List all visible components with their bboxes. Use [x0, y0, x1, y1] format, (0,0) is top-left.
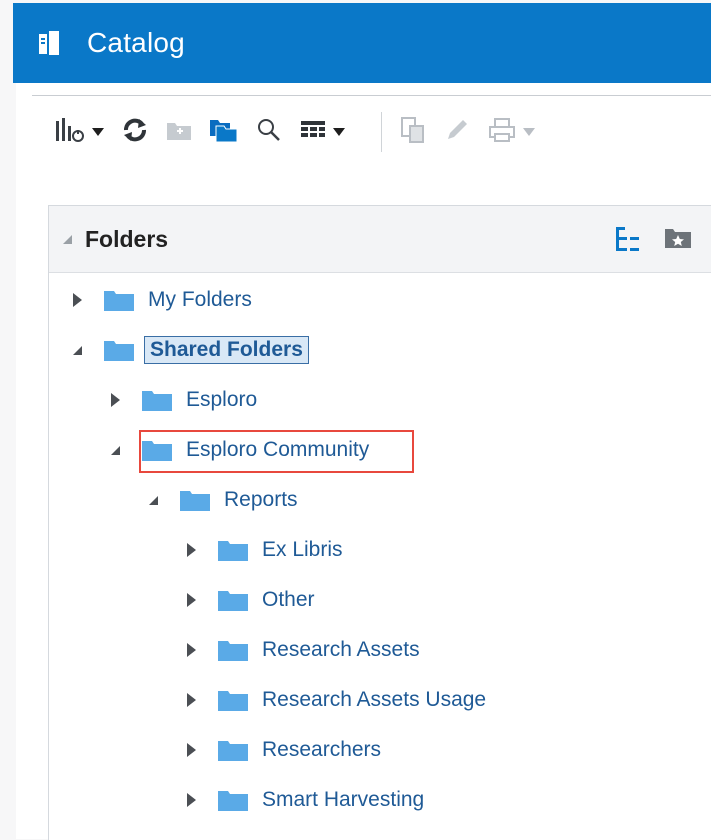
expand-triangle-icon[interactable]	[182, 741, 200, 759]
collapse-panel-icon[interactable]	[63, 234, 72, 244]
tree-item-label[interactable]: Esploro	[182, 386, 261, 414]
refresh-button[interactable]	[122, 112, 148, 152]
catalog-header: Catalog	[13, 3, 711, 83]
folder-icon	[218, 539, 248, 561]
tree-row[interactable]: Esploro	[106, 382, 261, 418]
expand-triangle-icon[interactable]	[68, 291, 86, 309]
new-dropdown-button[interactable]	[55, 112, 104, 152]
tree-item-label[interactable]: Researchers	[258, 736, 385, 764]
tree-row[interactable]: My Folders	[68, 282, 256, 318]
expand-triangle-icon[interactable]	[182, 691, 200, 709]
folder-icon	[104, 339, 134, 361]
tree-item-label[interactable]: Shared Folders	[144, 336, 309, 364]
refresh-icon	[122, 117, 148, 148]
new-folder-icon	[166, 118, 192, 147]
tree-view-icon[interactable]	[614, 226, 640, 257]
expand-triangle-icon[interactable]	[182, 591, 200, 609]
expand-triangle-icon[interactable]	[182, 541, 200, 559]
tree-row[interactable]: Ex Libris	[182, 532, 347, 568]
tree-row[interactable]: Research Assets Usage	[182, 682, 490, 718]
print-icon	[488, 117, 516, 148]
expand-triangle-icon[interactable]	[106, 391, 124, 409]
tree-item-label[interactable]: Ex Libris	[258, 536, 347, 564]
toolbar-divider	[32, 95, 711, 96]
highlight-box	[139, 430, 414, 473]
view-grid-icon	[300, 119, 326, 146]
copy-icon	[400, 116, 426, 149]
tree-item-label[interactable]: Other	[258, 586, 319, 614]
tree-item-label[interactable]: Smart Harvesting	[258, 786, 428, 814]
folder-icon	[218, 739, 248, 761]
copy-button[interactable]	[400, 112, 426, 152]
collapse-triangle-icon[interactable]	[106, 441, 124, 459]
collapse-triangle-icon[interactable]	[68, 341, 86, 359]
folder-icon	[218, 789, 248, 811]
page-title: Catalog	[87, 27, 185, 58]
new-folder-button[interactable]	[166, 112, 192, 152]
chevron-down-icon	[333, 128, 345, 136]
toolbar-separator	[381, 112, 382, 152]
new-chart-icon	[55, 117, 85, 148]
folder-icon	[218, 689, 248, 711]
edit-button[interactable]	[444, 112, 470, 152]
tree-item-label[interactable]: Research Assets Usage	[258, 686, 490, 714]
expand-triangle-icon[interactable]	[182, 641, 200, 659]
print-button[interactable]	[488, 112, 535, 152]
favorite-folder-icon[interactable]	[664, 226, 692, 257]
collapse-triangle-icon[interactable]	[144, 491, 162, 509]
folders-panel-title: Folders	[85, 225, 169, 252]
tree-row[interactable]: Shared Folders	[68, 332, 309, 368]
search-button[interactable]	[256, 112, 282, 152]
tree-row[interactable]: Reports	[144, 482, 302, 518]
tree-row[interactable]: Research Assets	[182, 632, 424, 668]
expand-triangle-icon[interactable]	[182, 791, 200, 809]
catalog-book-icon	[39, 30, 61, 56]
show-folders-button[interactable]	[210, 112, 238, 152]
edit-pencil-icon	[444, 117, 470, 148]
folder-icon	[180, 489, 210, 511]
folders-icon	[210, 117, 238, 148]
tree-row[interactable]: Smart Harvesting	[182, 782, 428, 818]
tree-row[interactable]: Researchers	[182, 732, 385, 768]
tree-item-label[interactable]: My Folders	[144, 286, 256, 314]
tree-row[interactable]: Other	[182, 582, 319, 618]
tree-item-label[interactable]: Reports	[220, 486, 302, 514]
chevron-down-icon	[92, 128, 104, 136]
folder-icon	[218, 589, 248, 611]
folder-icon	[142, 389, 172, 411]
search-icon	[256, 117, 282, 148]
tree-item-label[interactable]: Research Assets	[258, 636, 424, 664]
view-dropdown-button[interactable]	[300, 112, 345, 152]
folder-icon	[104, 289, 134, 311]
chevron-down-icon	[523, 128, 535, 136]
folders-panel-header: Folders	[49, 206, 711, 273]
folder-icon	[218, 639, 248, 661]
catalog-toolbar	[55, 108, 711, 156]
